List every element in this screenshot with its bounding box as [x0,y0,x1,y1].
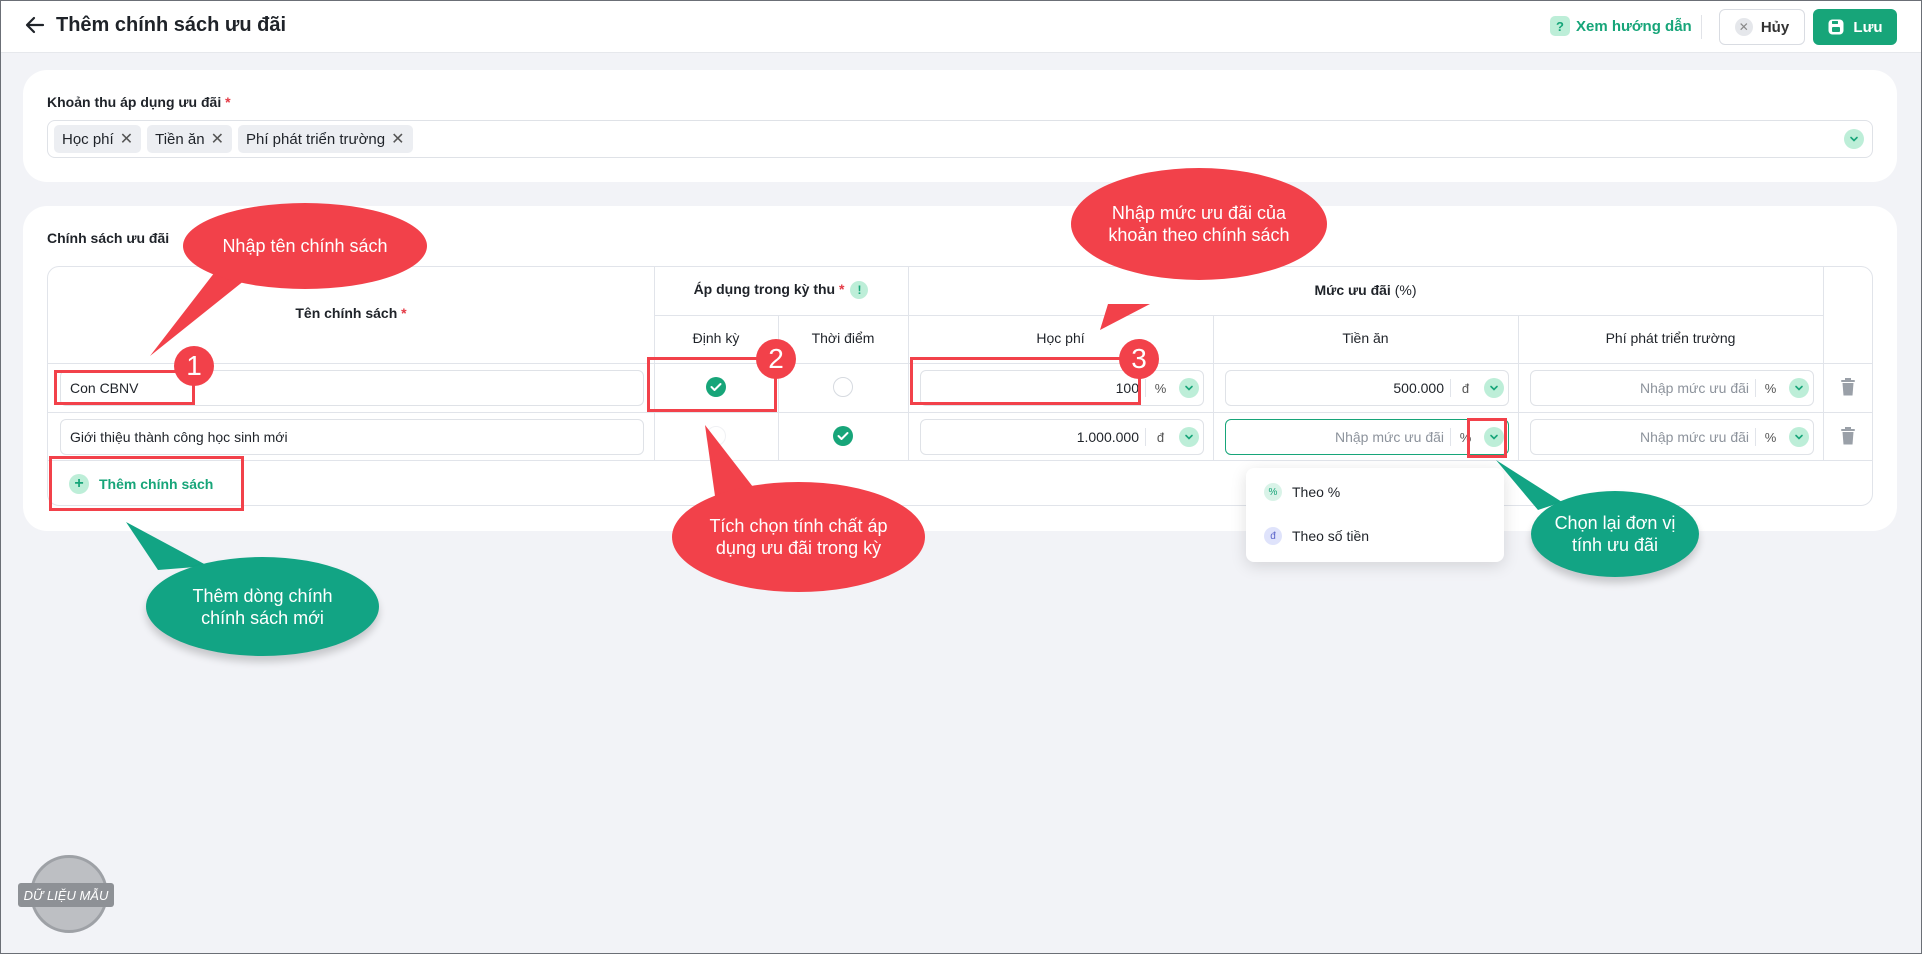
sample-data-stamp: DỮ LIỆU MẪU [18,855,114,935]
annotation-pointers [126,268,1562,570]
step-badge: 2 [756,339,796,379]
callout-unit: Chọn lại đơn vị tính ưu đãi [1531,491,1699,577]
callout-add: Thêm dòng chính chính sách mới [146,557,379,656]
highlight-name-input [54,370,195,405]
pointer-add [126,522,208,570]
stamp-label: DỮ LIỆU MẪU [18,883,114,907]
step-badge: 3 [1119,339,1159,379]
highlight-add-button [49,456,244,511]
highlight-tuition-input [910,357,1141,405]
pointer-unit [1496,460,1562,510]
pointer-level [1100,304,1150,330]
callout-check: Tích chọn tính chất áp dụng ưu đãi trong … [672,482,925,592]
callout-level: Nhập mức ưu đãi của khoản theo chính sách [1071,168,1327,280]
highlight-unit-dropdown [1467,418,1507,458]
callout-name: Nhập tên chính sách [183,203,427,289]
step-badge: 1 [174,346,214,386]
